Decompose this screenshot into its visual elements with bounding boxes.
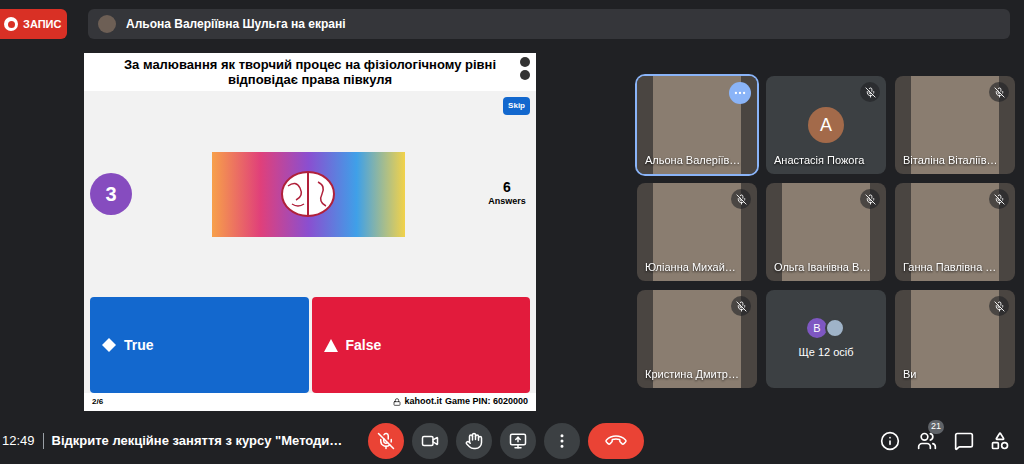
question-image — [212, 152, 405, 237]
participant-name: Юліанна Михай… — [645, 259, 736, 276]
fullscreen-icon[interactable] — [520, 57, 530, 67]
shared-screen: За малювання як творчий процес на фізіол… — [84, 53, 536, 411]
mic-off-icon — [865, 87, 876, 98]
timer-circle: 3 — [90, 173, 132, 215]
site-label: kahoot.it — [404, 395, 442, 409]
muted-indicator — [860, 189, 880, 209]
sound-icon[interactable] — [520, 70, 530, 80]
diamond-icon — [102, 338, 116, 352]
present-button[interactable] — [500, 423, 536, 459]
top-bar: ЗАПИС Альона Валеріївна Шульга на екрані — [0, 0, 1024, 46]
participant-name: Ольга Іванівна В… — [774, 259, 870, 276]
call-controls — [368, 423, 644, 459]
game-pin: Game PIN: 6020000 — [445, 395, 528, 409]
mic-off-icon — [736, 194, 747, 205]
mic-off-icon — [994, 301, 1005, 312]
participant-tile[interactable]: Віталіна Віталіїв… — [895, 76, 1015, 174]
participant-name: Віталіна Віталіїв… — [903, 152, 998, 169]
lock-icon — [393, 398, 401, 406]
participants-grid: Альона Валеріїв… А Анастасія Пожога Віталін… — [637, 76, 1015, 388]
participant-tile[interactable]: Юліанна Михай… — [637, 183, 757, 281]
progress-label: 2/6 — [92, 396, 103, 408]
participant-avatar — [825, 318, 845, 338]
brain-icon — [278, 168, 338, 220]
recording-badge: ЗАПИС — [0, 9, 67, 39]
people-button[interactable]: 21 — [916, 430, 938, 452]
triangle-icon — [324, 339, 338, 352]
people-icon — [917, 431, 937, 451]
mic-off-icon — [736, 301, 747, 312]
participant-name: Ще 12 осіб — [798, 344, 853, 361]
participant-name: Ганна Павлівна … — [903, 259, 996, 276]
tile-more-button[interactable] — [729, 82, 751, 104]
presenter-avatar — [98, 15, 116, 33]
activities-icon[interactable] — [990, 431, 1010, 451]
mic-off-icon — [865, 194, 876, 205]
hand-icon — [465, 432, 483, 450]
skip-button[interactable]: Skip — [503, 97, 530, 115]
chat-icon[interactable] — [954, 431, 974, 451]
answers-counter: 6Answers — [484, 179, 530, 209]
participant-tile[interactable]: Ганна Павлівна … — [895, 183, 1015, 281]
participant-tile[interactable]: А Анастасія Пожога — [766, 76, 886, 174]
participant-tile[interactable]: Кристина Дмитр… — [637, 290, 757, 388]
raise-hand-button[interactable] — [456, 423, 492, 459]
participant-tile[interactable]: Ви — [895, 290, 1015, 388]
camera-button[interactable] — [412, 423, 448, 459]
meeting-title: Відкрите лекційне заняття з курсу "Метод… — [52, 431, 343, 451]
present-icon — [509, 432, 527, 450]
more-icon — [733, 86, 747, 100]
meet-window: ЗАПИСАльона Валеріївна Шульга на екраніЗ… — [0, 0, 1024, 464]
question-header: За малювання як творчий процес на фізіол… — [84, 53, 536, 91]
answer-option[interactable]: False — [312, 297, 531, 393]
answer-options: TrueFalse — [84, 293, 536, 393]
record-icon — [4, 17, 18, 31]
muted-indicator — [860, 82, 880, 102]
slide-footer: 2/6 kahoot.itGame PIN: 6020000 — [84, 393, 536, 411]
participant-avatar: А — [808, 107, 844, 143]
end-call-icon — [603, 428, 628, 453]
bottom-bar: 12:49 Відкрите лекційне заняття з курсу "… — [0, 418, 1024, 464]
question-title: За малювання як творчий процес на фізіол… — [118, 57, 502, 87]
mic-off-icon — [994, 194, 1005, 205]
muted-indicator — [731, 296, 751, 316]
muted-indicator — [989, 296, 1009, 316]
camera-icon — [421, 432, 439, 450]
end-call-button[interactable] — [588, 423, 644, 459]
participant-name: Анастасія Пожога — [774, 152, 864, 169]
participant-name: Кристина Дмитр… — [645, 366, 739, 383]
main-area: За малювання як творчий процес на фізіол… — [0, 46, 1024, 418]
separator — [43, 433, 44, 449]
more-options-button[interactable] — [544, 423, 580, 459]
participant-name: Ви — [903, 366, 916, 383]
participant-name: Альона Валеріїв… — [645, 152, 740, 169]
clock: 12:49 — [2, 431, 35, 451]
participant-tile[interactable]: В Ще 12 осіб — [766, 290, 886, 388]
more-vertical-icon — [553, 432, 571, 450]
mic-off-icon — [377, 432, 395, 450]
answer-option[interactable]: True — [90, 297, 309, 393]
muted-indicator — [731, 189, 751, 209]
muted-indicator — [989, 82, 1009, 102]
presenter-banner: Альона Валеріївна Шульга на екрані — [88, 9, 1010, 39]
muted-indicator — [989, 189, 1009, 209]
info-icon[interactable] — [880, 431, 900, 451]
participant-tile[interactable]: Ольга Іванівна В… — [766, 183, 886, 281]
mic-button[interactable] — [368, 423, 404, 459]
participant-avatar: В — [807, 318, 827, 338]
participant-tile[interactable]: Альона Валеріїв… — [637, 76, 757, 174]
people-count-badge: 21 — [928, 420, 944, 434]
mic-off-icon — [994, 87, 1005, 98]
question-body: Skip 3 6Answers — [84, 91, 536, 293]
